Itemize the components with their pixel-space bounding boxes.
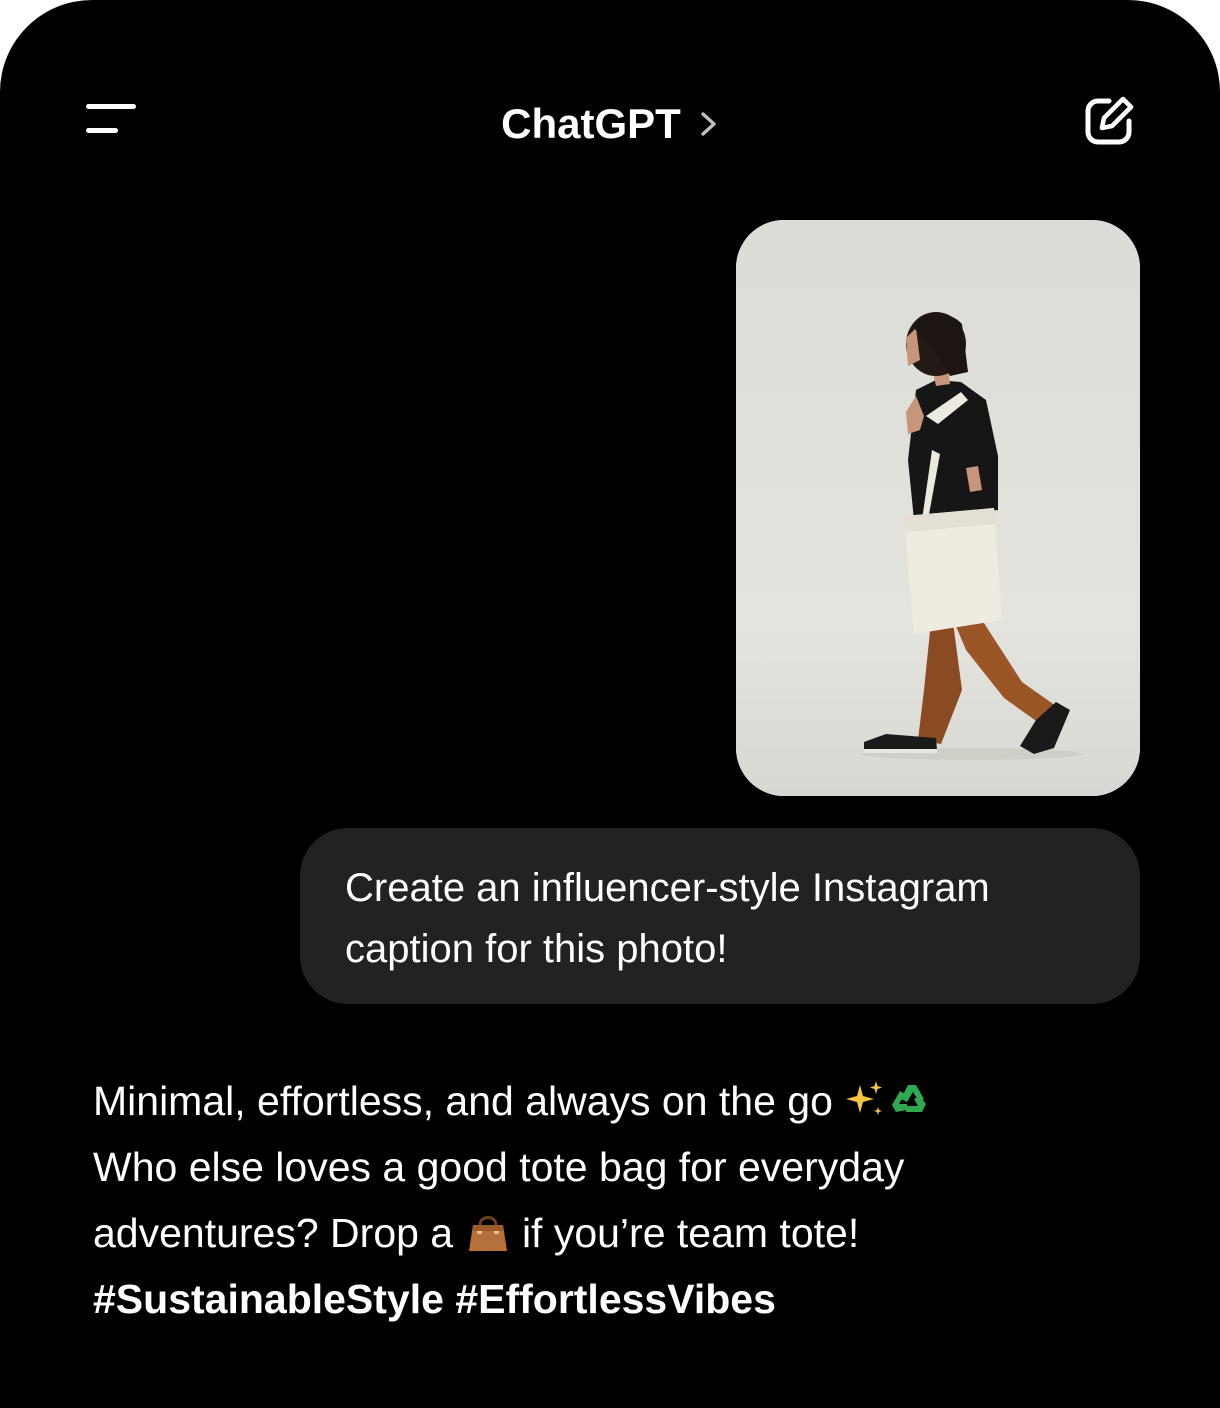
user-message-line: Create an influencer-style Instagram [345,866,990,910]
new-chat-compose-icon[interactable] [1082,94,1136,148]
user-uploaded-photo[interactable] [736,220,1140,796]
photo-illustration [736,220,1140,796]
sparkles-and-recycle-emoji [846,1081,927,1115]
app-title: ChatGPT [501,100,681,147]
assistant-hashtags: #SustainableStyle #EffortlessVibes [93,1276,776,1322]
assistant-line-2: Who else loves a good tote bag for every… [93,1144,905,1190]
assistant-text: if you’re team tote! [521,1210,860,1256]
user-message-line: caption for this photo! [345,927,728,971]
top-bar: ChatGPT [0,0,1220,220]
assistant-line-1: Minimal, effortless, and always on the g… [93,1068,1153,1134]
user-message-bubble: Create an influencer-style Instagram cap… [300,828,1140,1004]
assistant-text: adventures? Drop a [93,1210,454,1256]
assistant-message: Minimal, effortless, and always on the g… [93,1068,1153,1332]
chevron-right-icon [701,112,716,136]
chat-screen: ChatGPT Create an influencer-style Insta… [0,0,1220,1408]
assistant-line-3: adventures? Drop a if you’re team tote! [93,1200,1153,1266]
title-container: ChatGPT [0,98,1220,150]
handbag-emoji [468,1216,507,1251]
assistant-text: Minimal, effortless, and always on the g… [93,1078,833,1124]
model-selector-button[interactable]: ChatGPT [501,98,719,150]
